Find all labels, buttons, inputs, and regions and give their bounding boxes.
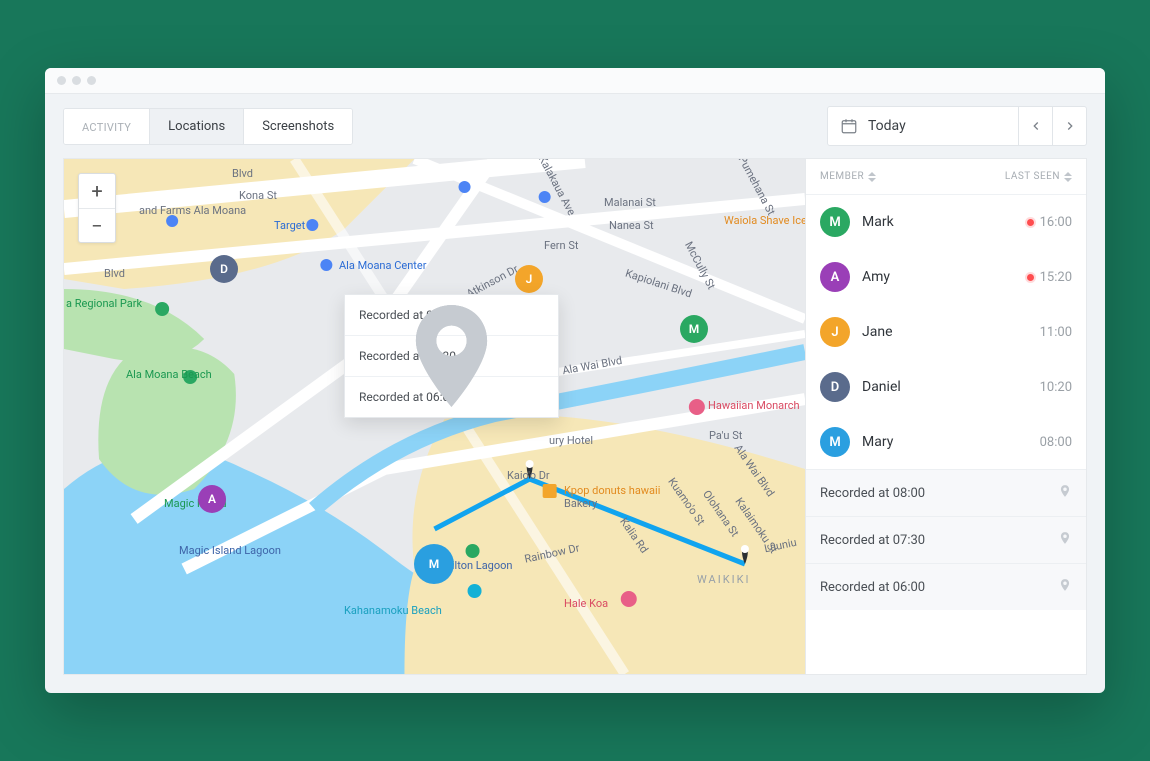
- window-dot: [57, 76, 66, 85]
- member-last-seen: 16:00: [1027, 215, 1072, 230]
- zoom-in-button[interactable]: +: [79, 174, 115, 208]
- tooltip-row[interactable]: Recorded at 06:00: [345, 376, 558, 417]
- recorded-row[interactable]: Recorded at 06:00: [806, 563, 1086, 610]
- member-row[interactable]: A Amy 15:20: [806, 249, 1086, 304]
- sort-icon: [868, 172, 876, 182]
- avatar: M: [820, 207, 850, 237]
- avatar: M: [680, 315, 708, 343]
- live-indicator-icon: [1027, 219, 1034, 226]
- member-row[interactable]: J Jane 11:00: [806, 304, 1086, 359]
- map-tooltip: Recorded at 08:00 Recorded at 07:30 Reco…: [344, 294, 559, 418]
- member-row[interactable]: M Mary 08:00: [806, 414, 1086, 469]
- date-next-button[interactable]: [1052, 107, 1086, 145]
- member-last-seen: 10:20: [1040, 380, 1072, 395]
- zoom-out-button[interactable]: −: [79, 208, 115, 242]
- window-titlebar: [45, 68, 1105, 94]
- sidebar-header: MEMBER LAST SEEN: [806, 159, 1086, 195]
- tab-locations[interactable]: Locations: [150, 109, 244, 144]
- recorded-row[interactable]: Recorded at 08:00: [806, 469, 1086, 516]
- chevron-left-icon: [1029, 119, 1043, 133]
- member-last-seen: 08:00: [1040, 435, 1072, 450]
- location-pin-icon: [1058, 578, 1072, 596]
- avatar: D: [210, 255, 238, 283]
- toolbar: ACTIVITY Locations Screenshots Today: [45, 94, 1105, 158]
- member-last-seen: 15:20: [1027, 270, 1072, 285]
- avatar: D: [820, 372, 850, 402]
- tab-group: ACTIVITY Locations Screenshots: [63, 108, 353, 145]
- date-picker: Today: [827, 106, 1087, 146]
- live-indicator-icon: [1027, 274, 1034, 281]
- tab-activity[interactable]: ACTIVITY: [64, 109, 150, 144]
- avatar: A: [820, 262, 850, 292]
- member-name: Amy: [862, 269, 1015, 285]
- sort-icon: [1064, 172, 1072, 182]
- map-container: + − and Farms Ala Moana Target Ala Moana…: [63, 158, 805, 675]
- app-window: ACTIVITY Locations Screenshots Today: [45, 68, 1105, 693]
- zoom-control: + −: [78, 173, 116, 243]
- member-name: Mark: [862, 214, 1015, 230]
- column-member[interactable]: MEMBER: [820, 171, 876, 182]
- member-last-seen: 11:00: [1040, 325, 1072, 340]
- date-prev-button[interactable]: [1018, 107, 1052, 145]
- recorded-row[interactable]: Recorded at 07:30: [806, 516, 1086, 563]
- avatar: J: [820, 317, 850, 347]
- location-pin-icon: [1058, 531, 1072, 549]
- member-row[interactable]: D Daniel 10:20: [806, 359, 1086, 414]
- tab-screenshots[interactable]: Screenshots: [244, 109, 352, 144]
- content: + − and Farms Ala Moana Target Ala Moana…: [45, 158, 1105, 693]
- map[interactable]: + − and Farms Ala Moana Target Ala Moana…: [64, 159, 805, 674]
- column-last-seen[interactable]: LAST SEEN: [1005, 171, 1072, 182]
- member-row[interactable]: M Mark 16:00: [806, 195, 1086, 249]
- member-name: Daniel: [862, 379, 1028, 395]
- date-picker-button[interactable]: Today: [828, 107, 1018, 145]
- calendar-icon: [840, 117, 858, 135]
- recorded-label: Recorded at 06:00: [820, 580, 925, 595]
- avatar: A: [198, 485, 226, 513]
- recorded-label: Recorded at 08:00: [820, 486, 925, 501]
- recorded-label: Recorded at 07:30: [820, 533, 925, 548]
- avatar: J: [515, 265, 543, 293]
- sidebar: MEMBER LAST SEEN M Mark 16:00 A Amy 15:20 J Jan…: [805, 158, 1087, 675]
- window-dot: [72, 76, 81, 85]
- member-name: Mary: [862, 434, 1028, 450]
- avatar: M: [820, 427, 850, 457]
- date-label: Today: [868, 118, 906, 134]
- window-dot: [87, 76, 96, 85]
- chevron-right-icon: [1063, 119, 1077, 133]
- member-name: Jane: [862, 324, 1028, 340]
- avatar: M: [414, 544, 454, 584]
- location-pin-icon: [1058, 484, 1072, 502]
